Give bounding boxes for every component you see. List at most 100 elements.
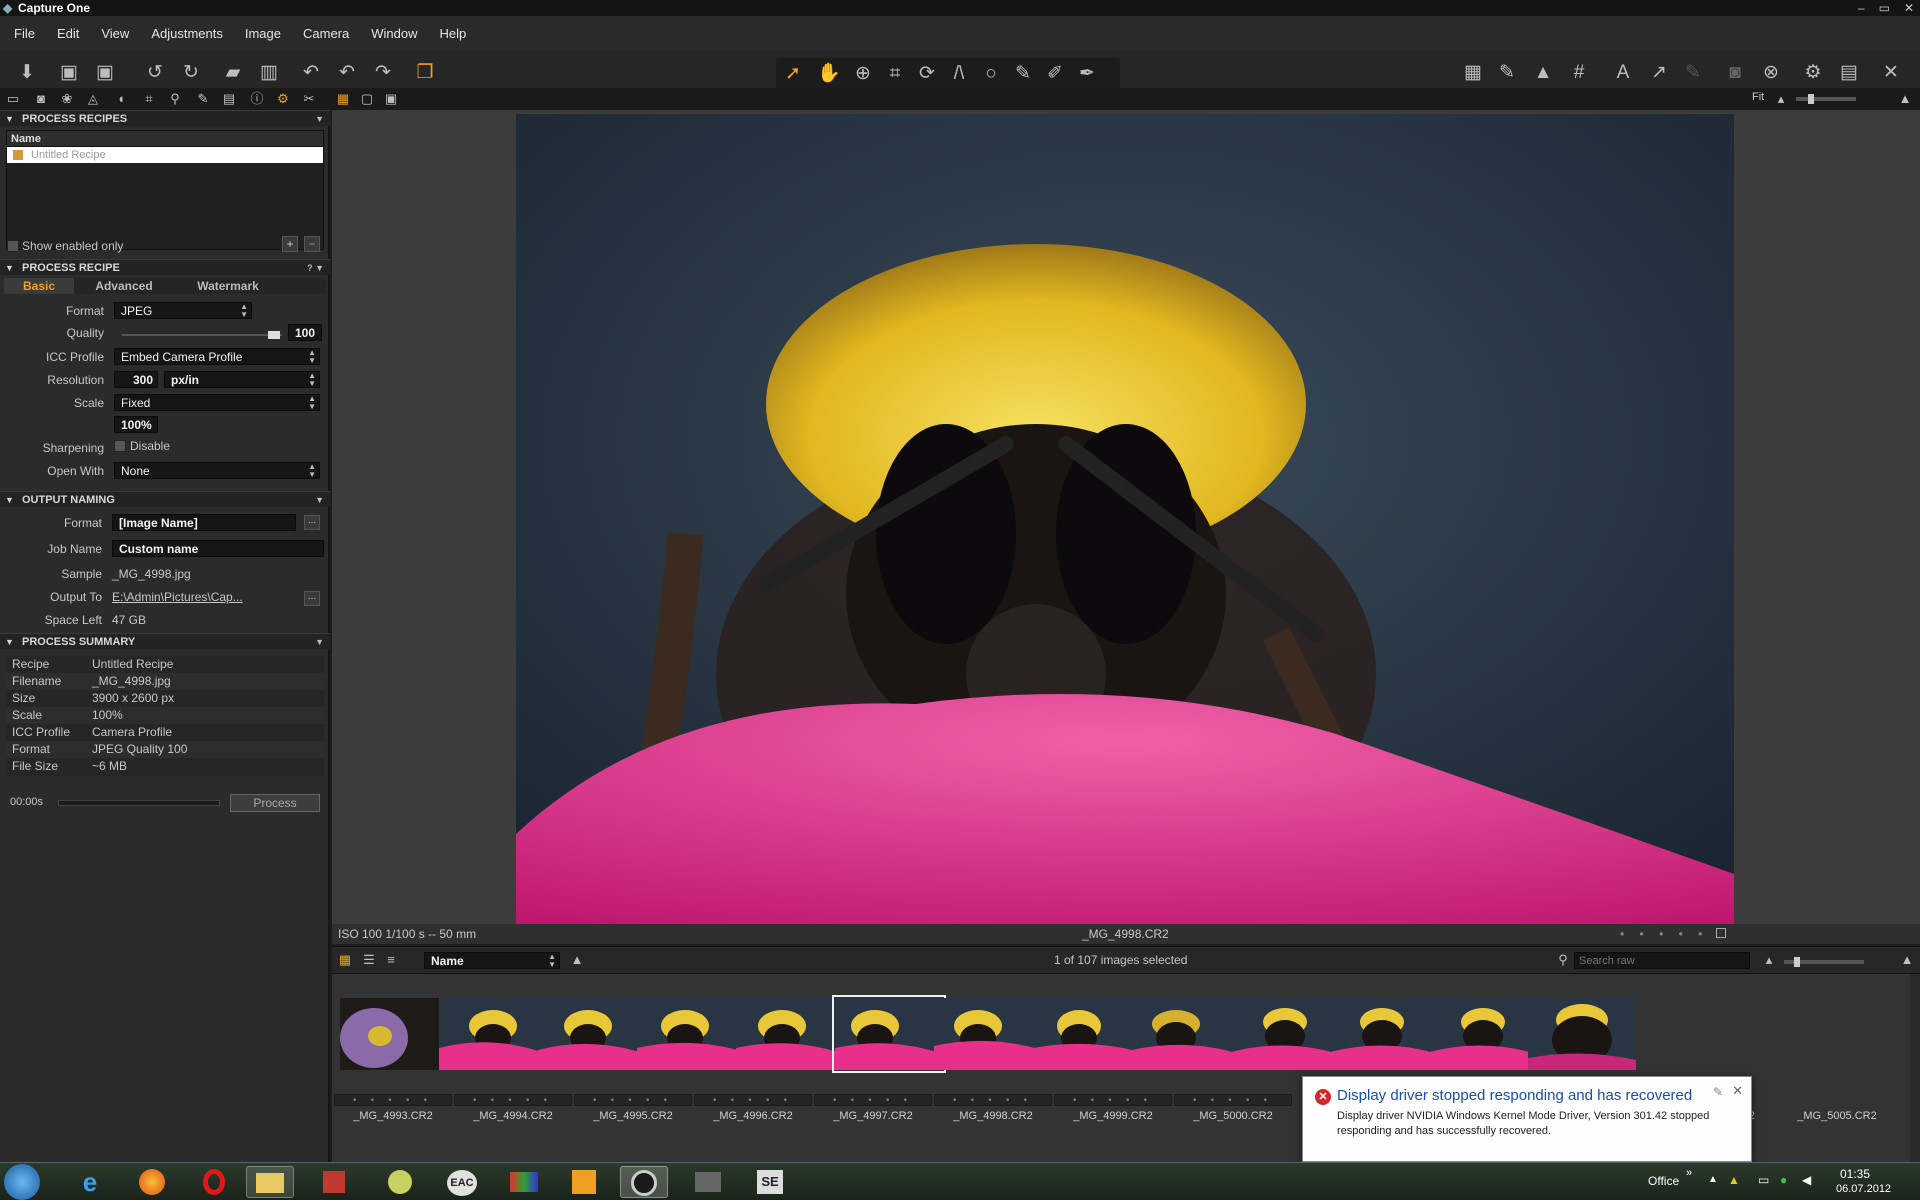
driver-notification[interactable]: ✕ Display driver stopped responding and …: [1302, 1076, 1752, 1162]
arrow-icon[interactable]: ↗: [1646, 60, 1672, 86]
help-button[interactable]: ?: [307, 263, 313, 273]
thumbnail[interactable]: [1330, 998, 1438, 1070]
menu-edit[interactable]: Edit: [57, 26, 79, 41]
crop-tab-icon[interactable]: ⌗: [140, 91, 158, 107]
thumbnail[interactable]: [1033, 998, 1141, 1070]
keystone-icon[interactable]: /\: [946, 61, 972, 87]
format-select[interactable]: JPEG ▲ ▼: [114, 302, 252, 319]
office-toolbar-label[interactable]: Office: [1648, 1174, 1679, 1188]
local-adjust-tab-icon[interactable]: ✎: [194, 91, 212, 107]
maximize-button[interactable]: ▭: [1879, 0, 1890, 16]
quality-input[interactable]: 100: [288, 324, 322, 341]
customize-tools-icon[interactable]: ✕: [1878, 60, 1904, 86]
rating-stars[interactable]: • • • • •: [574, 1094, 692, 1106]
notification-options-icon[interactable]: ✎: [1713, 1085, 1723, 1099]
menu-help[interactable]: Help: [440, 26, 467, 41]
add-recipe-button[interactable]: +: [282, 236, 298, 252]
thumb-size-slider[interactable]: [1784, 957, 1864, 967]
rating-stars[interactable]: • • • • •: [1054, 1094, 1172, 1106]
zoom-slider[interactable]: [1796, 94, 1856, 104]
zoom-fit-label[interactable]: Fit: [1752, 91, 1764, 103]
scale-percent-input[interactable]: 100%: [114, 416, 158, 433]
eraser-icon[interactable]: ✐: [1042, 61, 1068, 87]
thumbnail[interactable]: [538, 998, 646, 1070]
rotate-left-icon[interactable]: ↺: [142, 60, 168, 86]
info-tab-icon[interactable]: ⓘ: [248, 91, 266, 107]
rating-stars[interactable]: • • • • •: [454, 1094, 572, 1106]
grid-icon[interactable]: #: [1566, 60, 1592, 86]
projector-icon[interactable]: [684, 1166, 732, 1198]
zoom-in-icon[interactable]: ▲: [1896, 91, 1914, 107]
media-icon[interactable]: [500, 1166, 548, 1198]
crop-icon[interactable]: ⌗: [882, 61, 908, 87]
close-window-button[interactable]: ✕: [1904, 0, 1914, 16]
capture-one-task-icon[interactable]: [620, 1166, 668, 1198]
pen-icon[interactable]: ✎: [1494, 60, 1520, 86]
rating-stars[interactable]: • • • • •: [814, 1094, 932, 1106]
zoom-out-icon[interactable]: ▴: [1772, 91, 1790, 107]
thumbnail-selected[interactable]: [832, 995, 946, 1073]
rating-stars[interactable]: • • • • •: [934, 1094, 1052, 1106]
menu-file[interactable]: File: [14, 26, 35, 41]
process-button[interactable]: Process: [230, 794, 320, 812]
thumbnail[interactable]: [439, 998, 547, 1070]
pan-hand-icon[interactable]: ✋: [816, 61, 842, 87]
stop-icon[interactable]: ⊗: [1758, 60, 1784, 86]
capture-tab-icon[interactable]: ◙: [32, 91, 50, 107]
thumbnail[interactable]: [1429, 998, 1537, 1070]
import-icon[interactable]: ⬇: [14, 60, 40, 86]
clock-time[interactable]: 01:35: [1840, 1167, 1870, 1181]
tray-expand-icon[interactable]: ▲: [1708, 1174, 1718, 1185]
update-icon[interactable]: ●: [1780, 1173, 1787, 1187]
tab-basic[interactable]: Basic: [4, 278, 74, 294]
process-recipe-header[interactable]: ▼ PROCESS RECIPE? ▼: [0, 259, 330, 275]
clock-date[interactable]: 06.07.2012: [1836, 1183, 1891, 1195]
settings-gear-icon[interactable]: ⚙: [1800, 60, 1826, 86]
menu-camera[interactable]: Camera: [303, 26, 349, 41]
select-cursor-icon[interactable]: ➚: [780, 61, 806, 87]
eac-icon[interactable]: EAC: [438, 1166, 486, 1198]
redo-icon[interactable]: ↷: [370, 60, 396, 86]
open-with-select[interactable]: None ▲ ▼: [114, 462, 320, 479]
batch-tab-icon[interactable]: ✂: [300, 91, 318, 107]
main-photo[interactable]: [516, 114, 1734, 926]
lens-tab-icon[interactable]: ◖: [112, 91, 130, 107]
thumbnail[interactable]: [934, 998, 1042, 1070]
multi-view-icon[interactable]: ▣: [382, 91, 400, 107]
resolution-unit-select[interactable]: px/in ▲ ▼: [164, 371, 320, 388]
single-view-icon[interactable]: ▢: [358, 91, 376, 107]
viewer-layout-icon[interactable]: ▦: [1460, 60, 1486, 86]
thumb-size-small-icon[interactable]: ▴: [1760, 952, 1778, 968]
naming-format-input[interactable]: [Image Name]: [112, 514, 296, 531]
viewer-rating-stars[interactable]: • • • • •: [1620, 927, 1708, 941]
process-summary-header[interactable]: ▼ PROCESS SUMMARY ▼: [0, 633, 330, 649]
explorer-icon[interactable]: [246, 1166, 294, 1198]
output-to-link[interactable]: E:\Admin\Pictures\Cap...: [112, 590, 243, 604]
tray-warning-icon[interactable]: ▲: [1728, 1173, 1740, 1187]
details-tab-icon[interactable]: ⚲: [166, 91, 184, 107]
se-icon[interactable]: SE: [746, 1166, 794, 1198]
output-tab-icon[interactable]: ⚙: [274, 91, 292, 107]
browser-scrollbar[interactable]: [1910, 974, 1920, 1162]
list-view-icon[interactable]: ☰: [360, 952, 378, 968]
picker-icon[interactable]: ✒: [1074, 61, 1100, 87]
ie-icon[interactable]: e: [66, 1166, 114, 1198]
spot-removal-icon[interactable]: ○: [978, 61, 1004, 87]
thumbnail[interactable]: [340, 998, 448, 1070]
quality-slider[interactable]: [122, 331, 282, 339]
thumbnail[interactable]: [637, 998, 745, 1070]
text-icon[interactable]: A: [1610, 60, 1636, 86]
archiver-icon[interactable]: [310, 1166, 358, 1198]
copy-apply-icon[interactable]: ❐: [412, 60, 438, 86]
quality-slider-handle[interactable]: [268, 331, 280, 339]
output-to-more-button[interactable]: ...: [304, 591, 320, 606]
thumbnail[interactable]: [1132, 998, 1240, 1070]
sort-select[interactable]: Name ▲ ▼: [424, 952, 560, 969]
viewer[interactable]: [332, 110, 1920, 942]
filmstrip-view-icon[interactable]: ≡: [382, 952, 400, 968]
trash-icon[interactable]: ▥: [256, 60, 282, 86]
menu-image[interactable]: Image: [245, 26, 281, 41]
thumbnail[interactable]: [1528, 998, 1636, 1070]
viewer-tag-icon[interactable]: [1716, 928, 1726, 938]
zoom-icon[interactable]: ⊕: [850, 61, 876, 87]
